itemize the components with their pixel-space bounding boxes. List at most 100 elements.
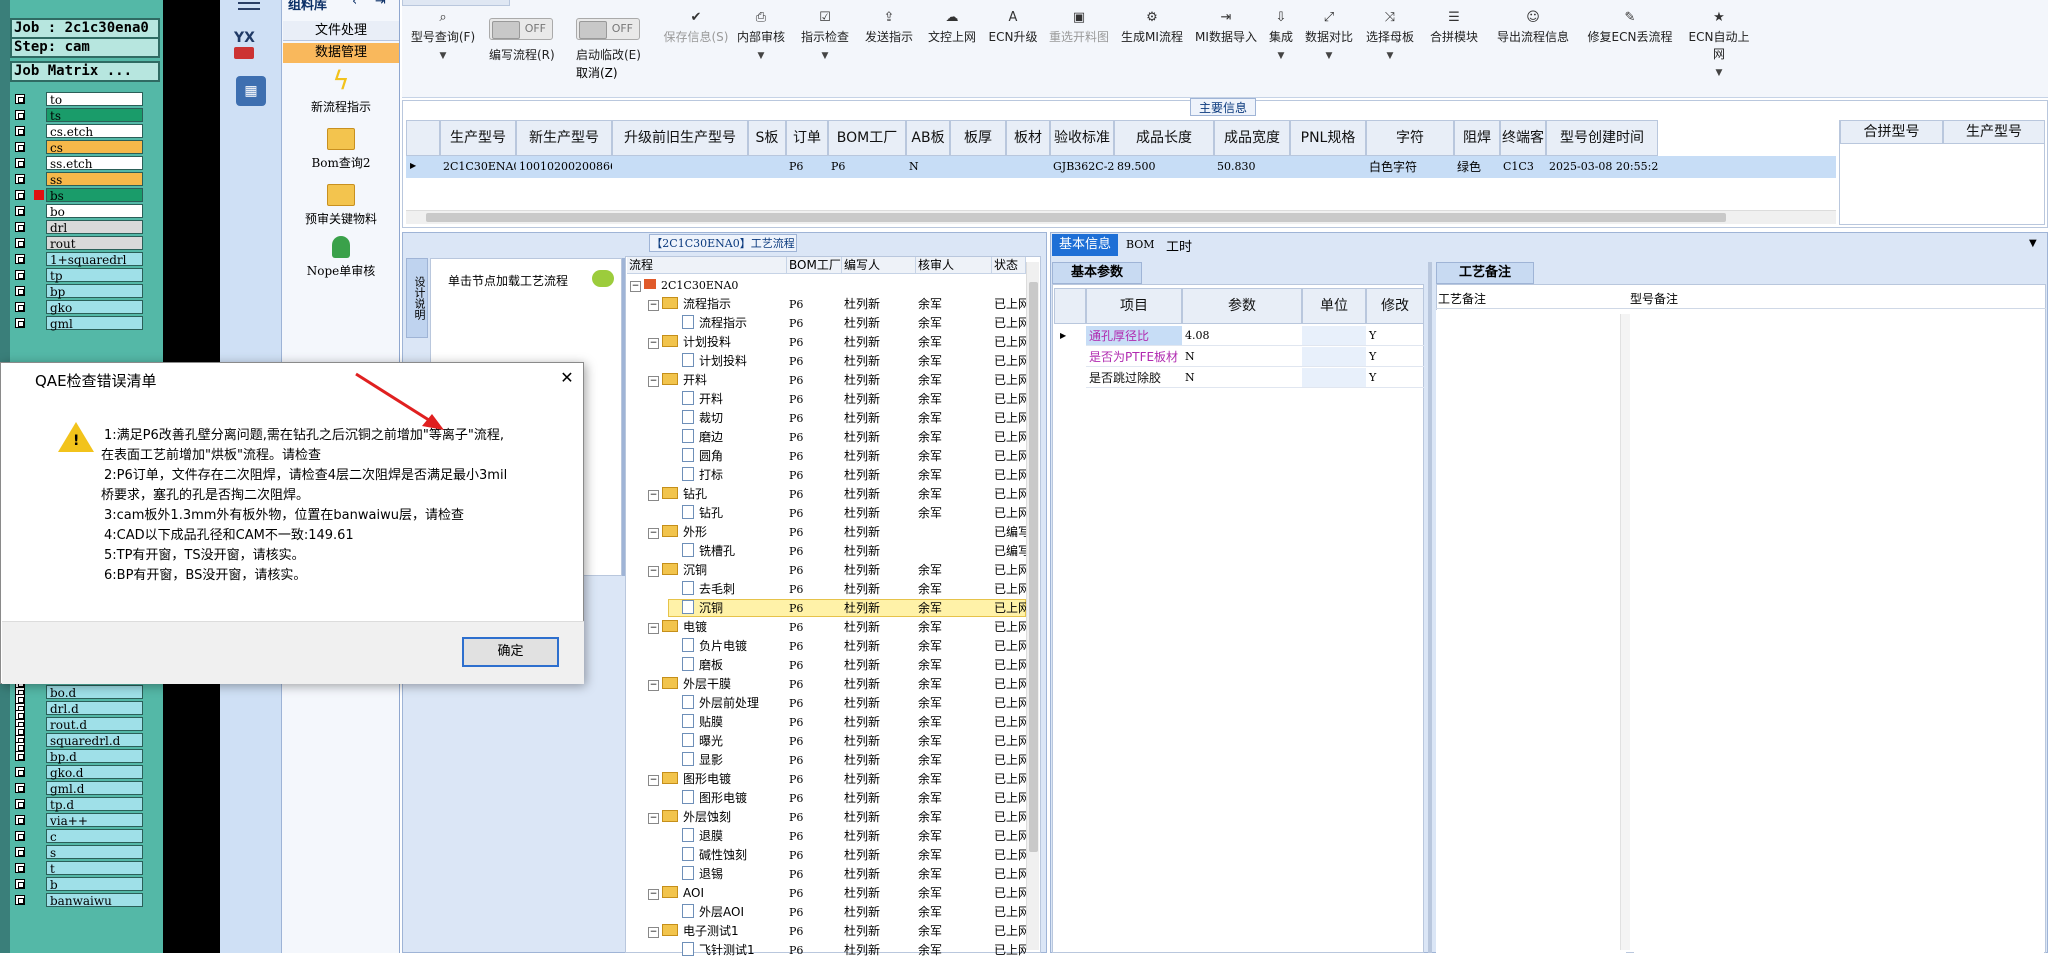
tree-node[interactable]: − 外层蚀刻 bbox=[648, 808, 731, 827]
design-notes-tab[interactable]: 设计说明 bbox=[406, 258, 428, 338]
tree-node[interactable]: 计划投料 bbox=[668, 352, 747, 371]
checkbox-icon[interactable] bbox=[15, 302, 25, 312]
layer-row[interactable]: tp bbox=[15, 268, 143, 283]
column-header[interactable]: 参数 bbox=[1182, 288, 1302, 324]
tree-node[interactable]: 沉铜 bbox=[668, 599, 723, 618]
collapse-toggle-icon[interactable]: − bbox=[648, 300, 659, 311]
column-header[interactable]: 阻焊 bbox=[1454, 120, 1500, 156]
checkbox-icon[interactable] bbox=[15, 767, 25, 777]
checkbox-icon[interactable] bbox=[15, 286, 25, 296]
param-value[interactable]: N bbox=[1182, 368, 1302, 388]
toolbar-label[interactable]: 启动临改(E) bbox=[576, 46, 676, 63]
table-cell[interactable]: P6 bbox=[828, 156, 906, 178]
toolbar-button[interactable]: ☺ 导出流程信息 bbox=[1490, 10, 1576, 45]
toolbar-button[interactable]: ⤢ 数据对比 ▼ bbox=[1303, 10, 1355, 61]
column-header[interactable]: 修改 bbox=[1366, 288, 1424, 324]
layer-row[interactable]: rout bbox=[15, 236, 143, 251]
layer-row[interactable]: bp.d bbox=[15, 749, 143, 764]
checkbox-icon[interactable] bbox=[15, 110, 25, 120]
param-modifiable[interactable]: Y bbox=[1366, 347, 1424, 367]
collapse-icon[interactable]: ‹ bbox=[352, 0, 357, 9]
table-cell[interactable] bbox=[950, 156, 1006, 178]
toolbar-button[interactable]: ☁ 文控上网 bbox=[923, 10, 981, 45]
table-cell[interactable]: 10010200200866 bbox=[516, 156, 612, 178]
param-modifiable[interactable]: Y bbox=[1366, 368, 1424, 388]
layer-row[interactable]: ss bbox=[15, 172, 143, 187]
tree-node[interactable]: − 计划投料 bbox=[648, 333, 731, 352]
checkbox-icon[interactable] bbox=[15, 206, 25, 216]
collapse-toggle-icon[interactable]: − bbox=[648, 927, 659, 938]
nav-item-pre-review-material[interactable]: 预审关键物料 bbox=[283, 184, 399, 227]
nav-item-new-flow[interactable]: ϟ 新流程指示 bbox=[283, 68, 399, 115]
table-cell[interactable]: 绿色 bbox=[1454, 156, 1500, 178]
collapse-toggle-icon[interactable]: − bbox=[648, 775, 659, 786]
checkbox-icon[interactable] bbox=[15, 318, 25, 328]
tree-node[interactable]: − 流程指示 bbox=[648, 295, 731, 314]
layer-row[interactable]: s bbox=[15, 845, 143, 860]
table-cell[interactable]: C1C3 bbox=[1500, 156, 1546, 178]
column-header[interactable]: 单位 bbox=[1302, 288, 1366, 324]
close-icon[interactable]: ✕ bbox=[555, 366, 579, 390]
toolbar-button[interactable]: ✔ 保存信息(S) bbox=[662, 10, 730, 45]
toolbar-button[interactable]: ⇥ MI数据导入 bbox=[1190, 10, 1262, 45]
collapse-toggle-icon[interactable]: − bbox=[648, 528, 659, 539]
checkbox-icon[interactable] bbox=[15, 879, 25, 889]
tree-node[interactable]: − 电子测试1 bbox=[648, 922, 739, 941]
param-modifiable[interactable]: Y bbox=[1366, 326, 1424, 346]
checkbox-icon[interactable] bbox=[15, 174, 25, 184]
table-cell[interactable]: 白色字符 bbox=[1366, 156, 1454, 178]
toolbar-button[interactable]: ☰ 合拼模块 bbox=[1424, 10, 1484, 45]
collapse-toggle-icon[interactable]: − bbox=[648, 490, 659, 501]
toolbar-button[interactable]: ⚙ 生成MI流程 bbox=[1116, 10, 1188, 45]
model-remarks-textarea[interactable] bbox=[1634, 310, 2044, 953]
layer-row[interactable]: squaredrl.d bbox=[15, 733, 143, 748]
table-cell[interactable]: N bbox=[906, 156, 950, 178]
layer-row[interactable]: gko bbox=[15, 300, 143, 315]
collapse-toggle-icon[interactable]: − bbox=[648, 338, 659, 349]
tree-node[interactable]: − 电镀 bbox=[648, 618, 707, 637]
tree-node[interactable]: − 外形 bbox=[648, 523, 707, 542]
checkbox-icon[interactable] bbox=[15, 238, 25, 248]
toolbar-button[interactable]: ▣ 重选开料图 bbox=[1045, 10, 1113, 45]
toolbar-button[interactable]: ✎ 修复ECN丢流程 bbox=[1582, 10, 1678, 45]
table-cell[interactable]: 2025-03-08 20:55:25 bbox=[1546, 156, 1658, 178]
checkbox-icon[interactable] bbox=[15, 270, 25, 280]
column-header[interactable]: 型号创建时间 bbox=[1546, 120, 1658, 156]
checkbox-icon[interactable] bbox=[15, 751, 25, 761]
checkbox-icon[interactable] bbox=[15, 895, 25, 905]
tree-node[interactable]: − AOI bbox=[648, 884, 704, 903]
checkbox-icon[interactable] bbox=[15, 783, 25, 793]
collapse-toggle-icon[interactable]: − bbox=[648, 376, 659, 387]
layer-row[interactable]: banwaiwu bbox=[15, 893, 143, 908]
column-header[interactable]: 验收标准 bbox=[1050, 120, 1114, 156]
tree-node[interactable]: − 图形电镀 bbox=[648, 770, 731, 789]
table-cell[interactable] bbox=[612, 156, 748, 178]
checkbox-icon[interactable] bbox=[15, 94, 25, 104]
tree-node[interactable]: 图形电镀 bbox=[668, 789, 747, 808]
tab-bom[interactable]: BOM bbox=[1126, 238, 1155, 251]
column-header[interactable]: 新生产型号 bbox=[516, 120, 612, 156]
nav-item-nope-review[interactable]: Nope单审核 bbox=[283, 236, 399, 279]
tab-labor-hours[interactable]: 工时 bbox=[1166, 236, 1192, 255]
collapse-toggle-icon[interactable]: − bbox=[648, 813, 659, 824]
column-header[interactable]: 终端客户代码 bbox=[1500, 120, 1546, 180]
tree-vertical-scrollbar[interactable] bbox=[1026, 262, 1039, 950]
calculator-icon[interactable]: ▦ bbox=[236, 76, 266, 106]
checkbox-icon[interactable] bbox=[15, 831, 25, 841]
checkbox-icon[interactable] bbox=[15, 710, 25, 720]
cancel-button[interactable]: 取消(Z) bbox=[576, 64, 618, 81]
param-unit[interactable] bbox=[1302, 326, 1366, 346]
tree-node[interactable]: − 钻孔 bbox=[648, 485, 707, 504]
toolbar-button[interactable]: ⌕ 型号查询(F) ▼ bbox=[402, 10, 484, 61]
layer-row[interactable]: gml bbox=[15, 316, 143, 331]
column-header[interactable]: PNL规格 bbox=[1290, 120, 1366, 156]
layer-row[interactable]: cs bbox=[15, 140, 143, 155]
table-cell[interactable] bbox=[1290, 156, 1366, 178]
table-cell[interactable]: 50.830 bbox=[1214, 156, 1290, 178]
checkbox-icon[interactable] bbox=[15, 742, 25, 752]
layer-row[interactable]: c bbox=[15, 829, 143, 844]
checkbox-icon[interactable] bbox=[15, 126, 25, 136]
column-header[interactable]: 升级前旧生产型号 bbox=[612, 120, 748, 156]
layer-row[interactable]: ts bbox=[15, 108, 143, 123]
toolbar-button[interactable]: ⇪ 发送指示 bbox=[859, 10, 919, 45]
